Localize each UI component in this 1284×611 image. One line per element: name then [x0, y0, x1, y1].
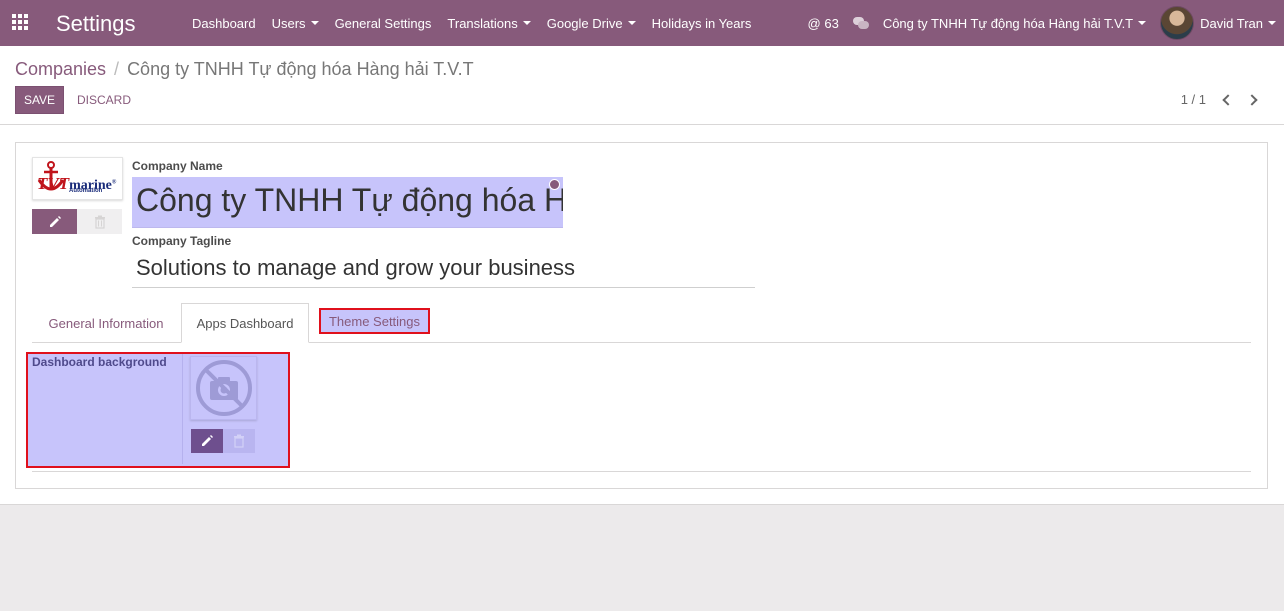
logo-subtitle: Automation	[69, 188, 103, 194]
delete-background-button[interactable]	[223, 429, 255, 453]
chevron-left-icon[interactable]	[1222, 93, 1234, 106]
tab-general-information[interactable]: General Information	[32, 303, 180, 343]
pager: 1 / 1	[1181, 92, 1258, 107]
translate-globe-icon[interactable]	[549, 179, 560, 190]
menu-translations-label: Translations	[447, 15, 518, 31]
breadcrumb-separator: /	[114, 59, 120, 79]
edit-background-button[interactable]	[191, 429, 223, 453]
breadcrumb-current: Công ty TNHH Tự động hóa Hàng hải T.V.T	[127, 59, 474, 79]
control-panel: Companies / Công ty TNHH Tự động hóa Hàng …	[0, 46, 1284, 125]
menu-users-label: Users	[271, 15, 306, 31]
company-tagline-field[interactable]: Solutions to manage and grow your busine…	[132, 252, 755, 288]
no-image-camera-icon	[195, 360, 252, 416]
chat-bubbles-icon	[852, 17, 869, 29]
top-navbar: Settings Dashboard Users General Setting…	[0, 0, 1284, 46]
pager-value[interactable]: 1 / 1	[1181, 92, 1206, 107]
caret-down-icon	[1138, 21, 1147, 25]
breadcrumb: Companies / Công ty TNHH Tự động hóa Hàng …	[15, 59, 474, 80]
app-title: Settings	[56, 11, 136, 36]
menu-dashboard-label: Dashboard	[192, 15, 256, 31]
tab-content-bottom-border	[32, 471, 1251, 472]
menu-dashboard[interactable]: Dashboard	[184, 16, 264, 31]
caret-down-icon	[522, 21, 531, 25]
menu-translations[interactable]: Translations	[439, 16, 538, 31]
pencil-icon	[49, 215, 61, 227]
mentions-counter[interactable]: @ 63	[808, 16, 839, 31]
menu-general-settings-label: General Settings	[334, 15, 432, 31]
main-menu: Dashboard Users General Settings Transla…	[184, 0, 759, 46]
menu-google-drive-label: Google Drive	[546, 15, 623, 31]
apps-menu-icon[interactable]	[12, 14, 30, 30]
dashboard-background-label: Dashboard background	[32, 355, 167, 369]
caret-down-icon	[1268, 21, 1276, 25]
field-divider	[182, 354, 183, 464]
user-menu[interactable]: David Tran	[1160, 6, 1276, 40]
avatar	[1160, 6, 1195, 40]
navbar-systray: @ 63 Công ty TNHH Tự động hóa Hàng hải T…	[794, 0, 1276, 46]
messaging-menu[interactable]	[852, 17, 869, 29]
menu-google-drive[interactable]: Google Drive	[539, 16, 644, 31]
company-tagline-label: Company Tagline	[132, 234, 232, 248]
discard-button[interactable]: DISCARD	[72, 86, 136, 114]
company-logo: TVTmarine® Automation	[32, 157, 123, 200]
background-image-placeholder	[190, 356, 257, 420]
trash-icon	[94, 215, 105, 229]
caret-down-icon	[310, 21, 319, 25]
edit-logo-button[interactable]	[32, 209, 77, 234]
user-name: David Tran	[1200, 15, 1263, 31]
chevron-right-icon[interactable]	[1246, 93, 1258, 106]
trash-icon	[234, 434, 244, 448]
menu-holidays-in-years[interactable]: Holidays in Years	[644, 16, 760, 31]
company-name-label: Company Name	[132, 159, 223, 173]
company-name-field[interactable]: Công ty TNHH Tự động hóa Hàng hải T.V.T	[132, 177, 563, 228]
pencil-icon	[202, 435, 213, 446]
logo-tvt-text: TVT	[37, 174, 70, 193]
menu-holidays-label: Holidays in Years	[651, 15, 752, 31]
breadcrumb-companies-link[interactable]: Companies	[15, 59, 106, 79]
company-switcher[interactable]: Công ty TNHH Tự động hóa Hàng hải T.V.T	[882, 15, 1147, 31]
tab-apps-dashboard[interactable]: Apps Dashboard	[181, 303, 309, 343]
dashboard-background-panel: Dashboard background	[26, 352, 290, 468]
logo-registered-mark: ®	[111, 179, 117, 186]
caret-down-icon	[627, 21, 636, 25]
tab-theme-settings[interactable]: Theme Settings	[319, 308, 430, 334]
menu-general-settings[interactable]: General Settings	[327, 16, 440, 31]
company-switcher-label: Công ty TNHH Tự động hóa Hàng hải T.V.T	[882, 15, 1134, 31]
menu-users[interactable]: Users	[264, 16, 327, 31]
delete-logo-button[interactable]	[77, 209, 122, 234]
save-button[interactable]: SAVE	[15, 86, 64, 114]
